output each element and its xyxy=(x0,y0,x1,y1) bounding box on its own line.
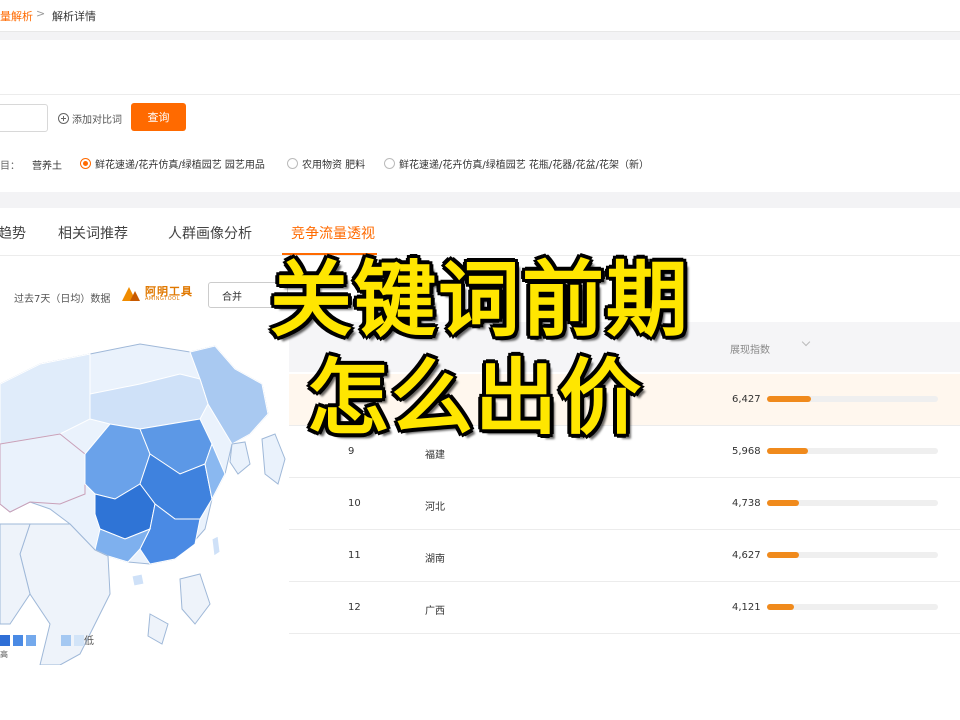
breadcrumb-previous-link[interactable]: 量解析 xyxy=(0,8,33,24)
impressions-bar-fill xyxy=(767,448,809,454)
row-impressions: 4,738 xyxy=(732,498,761,509)
category-option-label: 鲜花速递/花卉仿真/绿植园艺 花瓶/花器/花盆/花架（新） xyxy=(399,159,650,171)
category-option-label: 鲜花速递/花卉仿真/绿植园艺 园艺用品 xyxy=(95,159,265,171)
table-row[interactable]: 9 福建 5,968 xyxy=(289,426,960,478)
brand-subtitle: AMINGTOOL xyxy=(145,296,180,302)
add-compare-button[interactable]: 添加对比词 xyxy=(58,111,122,126)
analysis-panel: 趋势 相关词推荐 人群画像分析 竞争流量透视 过去7天（日均）数据 阿明工具 A… xyxy=(0,208,960,720)
impressions-bar-fill xyxy=(767,500,800,506)
category-option-1[interactable]: 鲜花速递/花卉仿真/绿植园艺 园艺用品 xyxy=(80,155,265,171)
category-label: 目： xyxy=(0,161,20,172)
impressions-bar-track xyxy=(767,448,938,454)
legend-swatch xyxy=(26,634,36,646)
add-compare-label: 添加对比词 xyxy=(72,115,122,126)
column-impressions[interactable]: 展现指数 xyxy=(730,341,770,356)
tab-competition-traffic[interactable]: 竞争流量透视 xyxy=(291,223,375,243)
impressions-bar-track xyxy=(767,500,938,506)
row-rank: 11 xyxy=(348,550,361,561)
legend-swatch xyxy=(61,634,71,646)
toolbar: 过去7天（日均）数据 阿明工具 AMINGTOOL 合并 xyxy=(0,282,960,310)
category-option-label: 农用物资 肥料 xyxy=(302,159,366,171)
legend-low-label: 低 xyxy=(84,636,94,647)
impressions-bar-track xyxy=(767,552,938,558)
query-button[interactable]: 查询 xyxy=(131,103,186,131)
row-rank: 10 xyxy=(348,498,361,509)
brand-logo: 阿明工具 AMINGTOOL xyxy=(122,286,193,302)
active-tab-indicator xyxy=(282,253,377,255)
impressions-bar-fill xyxy=(767,552,800,558)
impressions-bar-fill xyxy=(767,604,795,610)
row-region: 河北 xyxy=(425,502,445,513)
breadcrumb-current: 解析详情 xyxy=(52,10,96,23)
breadcrumb: 量解析 > 解析详情 xyxy=(0,0,960,32)
legend-swatch xyxy=(74,634,84,646)
china-map-graphic xyxy=(0,324,289,665)
impressions-bar-track xyxy=(767,604,938,610)
radio-selected-icon xyxy=(80,157,91,169)
period-label: 过去7天（日均）数据 xyxy=(14,294,111,305)
merge-button[interactable]: 合并 xyxy=(208,282,288,308)
legend-high-label: 高 xyxy=(0,650,8,659)
category-option-2[interactable]: 农用物资 肥料 xyxy=(287,155,365,171)
table-row[interactable]: 11 湖南 4,627 xyxy=(289,530,960,582)
divider xyxy=(0,94,960,95)
row-rank: 9 xyxy=(348,446,355,457)
keyword-input[interactable] xyxy=(0,104,48,132)
row-rank: 12 xyxy=(348,602,361,613)
brand-logo-icon xyxy=(122,287,142,301)
row-region: 广西 xyxy=(425,606,445,617)
row-region: 湖南 xyxy=(425,554,445,565)
legend-swatch xyxy=(13,634,23,646)
legend-swatch xyxy=(0,634,10,646)
tab-audience-profile[interactable]: 人群画像分析 xyxy=(168,223,252,243)
sort-chevron-icon[interactable] xyxy=(801,337,811,347)
tab-trend[interactable]: 趋势 xyxy=(0,223,26,243)
breadcrumb-separator: > xyxy=(36,7,46,20)
table-row[interactable]: 12 广西 4,121 xyxy=(289,582,960,634)
radio-icon xyxy=(287,157,298,169)
page-gap xyxy=(0,32,960,40)
region-table: 展现指数 6,427 9 福建 5,968 10 河北 4,738 11 湖南 4,627 12 广西… xyxy=(289,322,960,662)
tab-related-keywords[interactable]: 相关词推荐 xyxy=(58,223,128,243)
table-header: 展现指数 xyxy=(289,322,960,372)
category-keyword: 营养土 xyxy=(32,161,62,172)
category-row: 目： 营养土 鲜花速递/花卉仿真/绿植园艺 园艺用品 农用物资 肥料 鲜花速递/… xyxy=(0,155,960,172)
search-panel: 添加对比词 查询 目： 营养土 鲜花速递/花卉仿真/绿植园艺 园艺用品 农用物资… xyxy=(0,40,960,192)
table-row[interactable]: 6,427 xyxy=(289,374,960,426)
row-impressions: 6,427 xyxy=(732,394,761,405)
page-gap xyxy=(0,192,960,208)
row-region: 福建 xyxy=(425,450,445,461)
impressions-bar-fill xyxy=(767,396,812,402)
tab-bar: 趋势 相关词推荐 人群画像分析 竞争流量透视 xyxy=(0,208,960,256)
table-row[interactable]: 10 河北 4,738 xyxy=(289,478,960,530)
row-impressions: 4,627 xyxy=(732,550,761,561)
map-legend xyxy=(0,634,84,646)
radio-icon xyxy=(384,157,395,169)
row-impressions: 4,121 xyxy=(732,602,761,613)
row-impressions: 5,968 xyxy=(732,446,761,457)
impressions-bar-track xyxy=(767,396,938,402)
plus-circle-icon xyxy=(58,113,69,124)
region-heat-map[interactable] xyxy=(0,324,289,665)
category-option-3[interactable]: 鲜花速递/花卉仿真/绿植园艺 花瓶/花器/花盆/花架（新） xyxy=(384,155,649,171)
